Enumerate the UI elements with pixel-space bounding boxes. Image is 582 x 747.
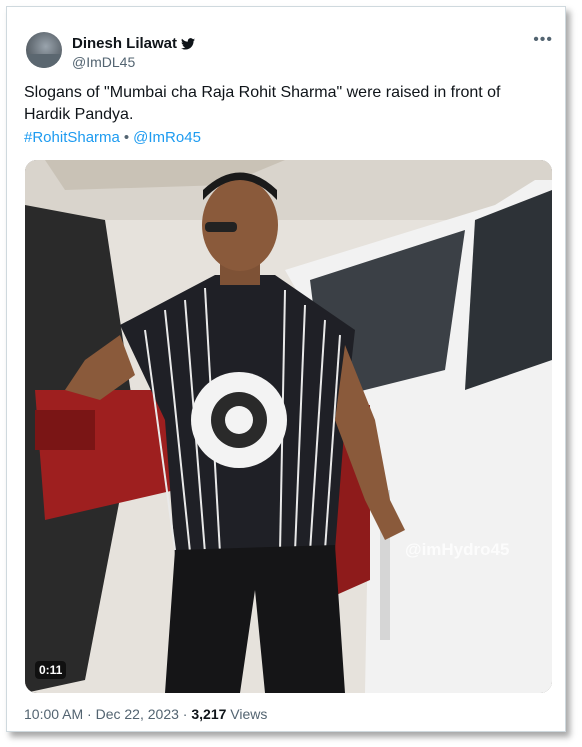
- separator: •: [123, 129, 130, 146]
- video-duration: 0:11: [35, 661, 67, 679]
- video-frame: [25, 160, 552, 693]
- tweet-meta: 10:00 AM · Dec 22, 2023 · 3,217 Views: [24, 706, 267, 722]
- tweet-date[interactable]: Dec 22, 2023: [96, 706, 179, 722]
- hashtag-link[interactable]: #RohitSharma: [24, 129, 120, 146]
- views-label: Views: [230, 706, 268, 722]
- tweet-time[interactable]: 10:00 AM: [24, 706, 83, 722]
- meta-separator: ·: [87, 706, 92, 722]
- mention-link[interactable]: @ImRo45: [133, 129, 201, 146]
- more-options-icon[interactable]: •••: [533, 31, 553, 49]
- video-watermark: @imHydro45: [405, 540, 510, 559]
- video-player[interactable]: @imHydro45 0:11: [25, 160, 552, 693]
- author-name[interactable]: Dinesh Lilawat: [72, 35, 177, 52]
- tweet-text: Slogans of "Mumbai cha Raja Rohit Sharma…: [24, 84, 501, 123]
- views-count: 3,217: [191, 706, 227, 722]
- tweet-card: Dinesh Lilawat @ImDL45 ••• Slogans of "M…: [6, 6, 566, 732]
- twitter-bird-icon: [181, 37, 196, 50]
- meta-separator: ·: [182, 706, 188, 722]
- author-row: Dinesh Lilawat: [72, 35, 196, 52]
- author-handle[interactable]: @ImDL45: [72, 54, 135, 70]
- avatar[interactable]: [26, 32, 62, 68]
- tweet-links: #RohitSharma • @ImRo45: [24, 129, 201, 146]
